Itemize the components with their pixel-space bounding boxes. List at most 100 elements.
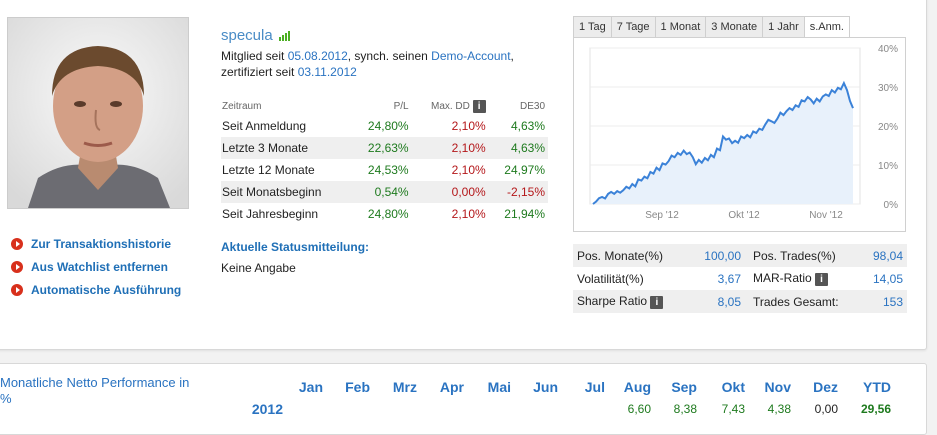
- action-label: Automatische Ausführung: [31, 282, 182, 297]
- de30-value: 21,94%: [504, 207, 545, 221]
- pl-value: 24,80%: [367, 119, 409, 133]
- column-header-label: Max. DD: [430, 100, 470, 112]
- pl-value: 24,53%: [367, 163, 409, 177]
- period-label: Seit Anmeldung: [222, 119, 307, 133]
- period-label: Letzte 12 Monate: [222, 163, 315, 177]
- trader-info: specula Mitglied seit 05.08.2012, synch.…: [221, 25, 551, 80]
- info-icon[interactable]: i: [650, 295, 664, 309]
- demo-account-link[interactable]: Demo-Account: [431, 49, 510, 63]
- trader-username-row: specula: [221, 25, 551, 45]
- column-header: P/L: [393, 100, 409, 112]
- month-header: Feb: [345, 379, 370, 395]
- separator: ,: [510, 49, 514, 63]
- table-row: Seit Jahresbeginn 24,80% 2,10% 21,94%: [221, 203, 548, 225]
- year-label[interactable]: 2012: [233, 401, 283, 417]
- stat-value: 8,05: [687, 290, 745, 313]
- month-header: Jul: [584, 379, 605, 395]
- signal-bars-icon: [278, 30, 291, 41]
- period-label: Seit Monatsbeginn: [221, 181, 353, 203]
- month-value: 7,43: [721, 402, 745, 416]
- stat-label-cell: Volatilität(%): [573, 267, 687, 290]
- max-dd-value: 2,10%: [451, 207, 486, 221]
- y-tick-label: 0%: [884, 200, 899, 211]
- trader-username[interactable]: specula: [221, 27, 273, 44]
- pl-value: 24,80%: [367, 207, 409, 221]
- max-dd-value: 2,10%: [451, 163, 486, 177]
- auto-execution-link[interactable]: Automatische Ausführung: [11, 278, 181, 301]
- certified-date: 03.11.2012: [297, 65, 357, 79]
- pl-value: 22,63%: [352, 137, 412, 159]
- tab-range[interactable]: 1 Monat: [654, 16, 706, 38]
- arrow-circle-icon: [11, 283, 23, 296]
- tab-range[interactable]: s.Anm.: [803, 16, 850, 38]
- trader-profile-card: Zur Transaktionshistorie Aus Watchlist e…: [0, 0, 927, 350]
- month-header: Jun: [533, 379, 558, 395]
- month-header: Sep: [671, 379, 697, 395]
- month-header: YTD: [863, 379, 891, 395]
- stats-row: Pos. Monate(%) 100,00 Pos. Trades(%) 98,04: [573, 244, 907, 267]
- trader-avatar: [7, 17, 189, 209]
- x-tick-label: Okt '12: [728, 210, 760, 221]
- info-icon[interactable]: i: [815, 272, 829, 286]
- table-row: Letzte 12 Monate 24,53% 2,10% 24,97%: [221, 159, 548, 181]
- tab-range[interactable]: 1 Tag: [573, 16, 611, 38]
- month-value: 29,56: [860, 402, 891, 416]
- stat-label: MAR-Ratio: [753, 271, 812, 286]
- tab-range[interactable]: 1 Jahr: [762, 16, 804, 38]
- member-since-date: 05.08.2012: [287, 49, 348, 63]
- table-row: Seit Anmeldung 24,80% 2,10% 4,63%: [221, 115, 548, 137]
- month-value: 4,38: [767, 402, 791, 416]
- y-tick-label: 10%: [878, 161, 898, 172]
- x-tick-label: Sep '12: [645, 210, 679, 221]
- avatar-image: [8, 18, 188, 208]
- stat-label: Pos. Monate(%): [577, 248, 664, 263]
- de30-value: -2,15%: [488, 181, 548, 203]
- certified-prefix: zertifiziert seit: [221, 65, 298, 79]
- month-header: Mai: [487, 379, 511, 395]
- chart-svg: 40% 30% 20% 10% 0% Sep '12 Okt '12 Nov '12: [589, 44, 899, 221]
- status-heading: Aktuelle Statusmitteilung:: [221, 240, 370, 254]
- stat-label: Pos. Trades(%): [753, 248, 836, 263]
- stat-value: 98,04: [867, 244, 907, 267]
- tab-range[interactable]: 3 Monate: [705, 16, 763, 38]
- month-value: 0,00: [814, 402, 838, 416]
- action-label: Zur Transaktionshistorie: [31, 236, 172, 251]
- monthly-performance-label: Monatliche Netto Performance in %: [0, 375, 190, 406]
- info-icon[interactable]: i: [472, 99, 486, 113]
- transaction-history-link[interactable]: Zur Transaktionshistorie: [11, 232, 181, 255]
- stats-row: Sharpe Ratio i 8,05 Trades Gesamt: 153: [573, 290, 907, 313]
- stat-value: 3,67: [717, 271, 741, 286]
- month-header: Nov: [764, 379, 791, 395]
- stats-row: Volatilität(%) 3,67 MAR-Ratio i 14,05: [573, 267, 907, 290]
- month-header: Jan: [298, 379, 323, 395]
- stat-label-cell: Pos. Trades(%): [745, 244, 867, 267]
- remove-watchlist-link[interactable]: Aus Watchlist entfernen: [11, 255, 181, 278]
- y-tick-label: 20%: [878, 122, 898, 133]
- de30-value: 4,63%: [488, 137, 548, 159]
- month-value: 6,60: [627, 402, 651, 416]
- status-text: Keine Angabe: [221, 261, 296, 275]
- sync-text: , synch. seinen: [347, 49, 432, 63]
- x-tick-label: Nov '12: [809, 210, 843, 221]
- max-dd-value: 2,10%: [411, 137, 489, 159]
- y-tick-label: 40%: [878, 44, 898, 55]
- arrow-circle-icon: [11, 237, 23, 250]
- max-dd-value: 2,10%: [451, 119, 486, 133]
- arrow-circle-icon: [11, 260, 23, 273]
- stat-value: 100,00: [687, 244, 745, 267]
- table-row: Seit Monatsbeginn 0,54% 0,00% -2,15%: [221, 181, 548, 203]
- month-header: Dez: [813, 379, 838, 395]
- month-header: Apr: [439, 379, 464, 395]
- de30-value: 24,97%: [504, 163, 545, 177]
- stat-label-cell: Trades Gesamt:: [745, 290, 867, 313]
- stat-label: Volatilität(%): [577, 271, 644, 286]
- table-row: Letzte 3 Monate 22,63% 2,10% 4,63%: [221, 137, 548, 159]
- y-tick-label: 30%: [878, 83, 898, 94]
- column-header: Zeitraum: [222, 100, 262, 112]
- month-header: Mrz: [392, 379, 417, 395]
- tab-range[interactable]: 7 Tage: [610, 16, 655, 38]
- month-value: 8,38: [673, 402, 697, 416]
- period-label: Letzte 3 Monate: [221, 137, 353, 159]
- stat-label: Sharpe Ratio: [577, 294, 648, 309]
- stat-label: Trades Gesamt:: [753, 294, 839, 309]
